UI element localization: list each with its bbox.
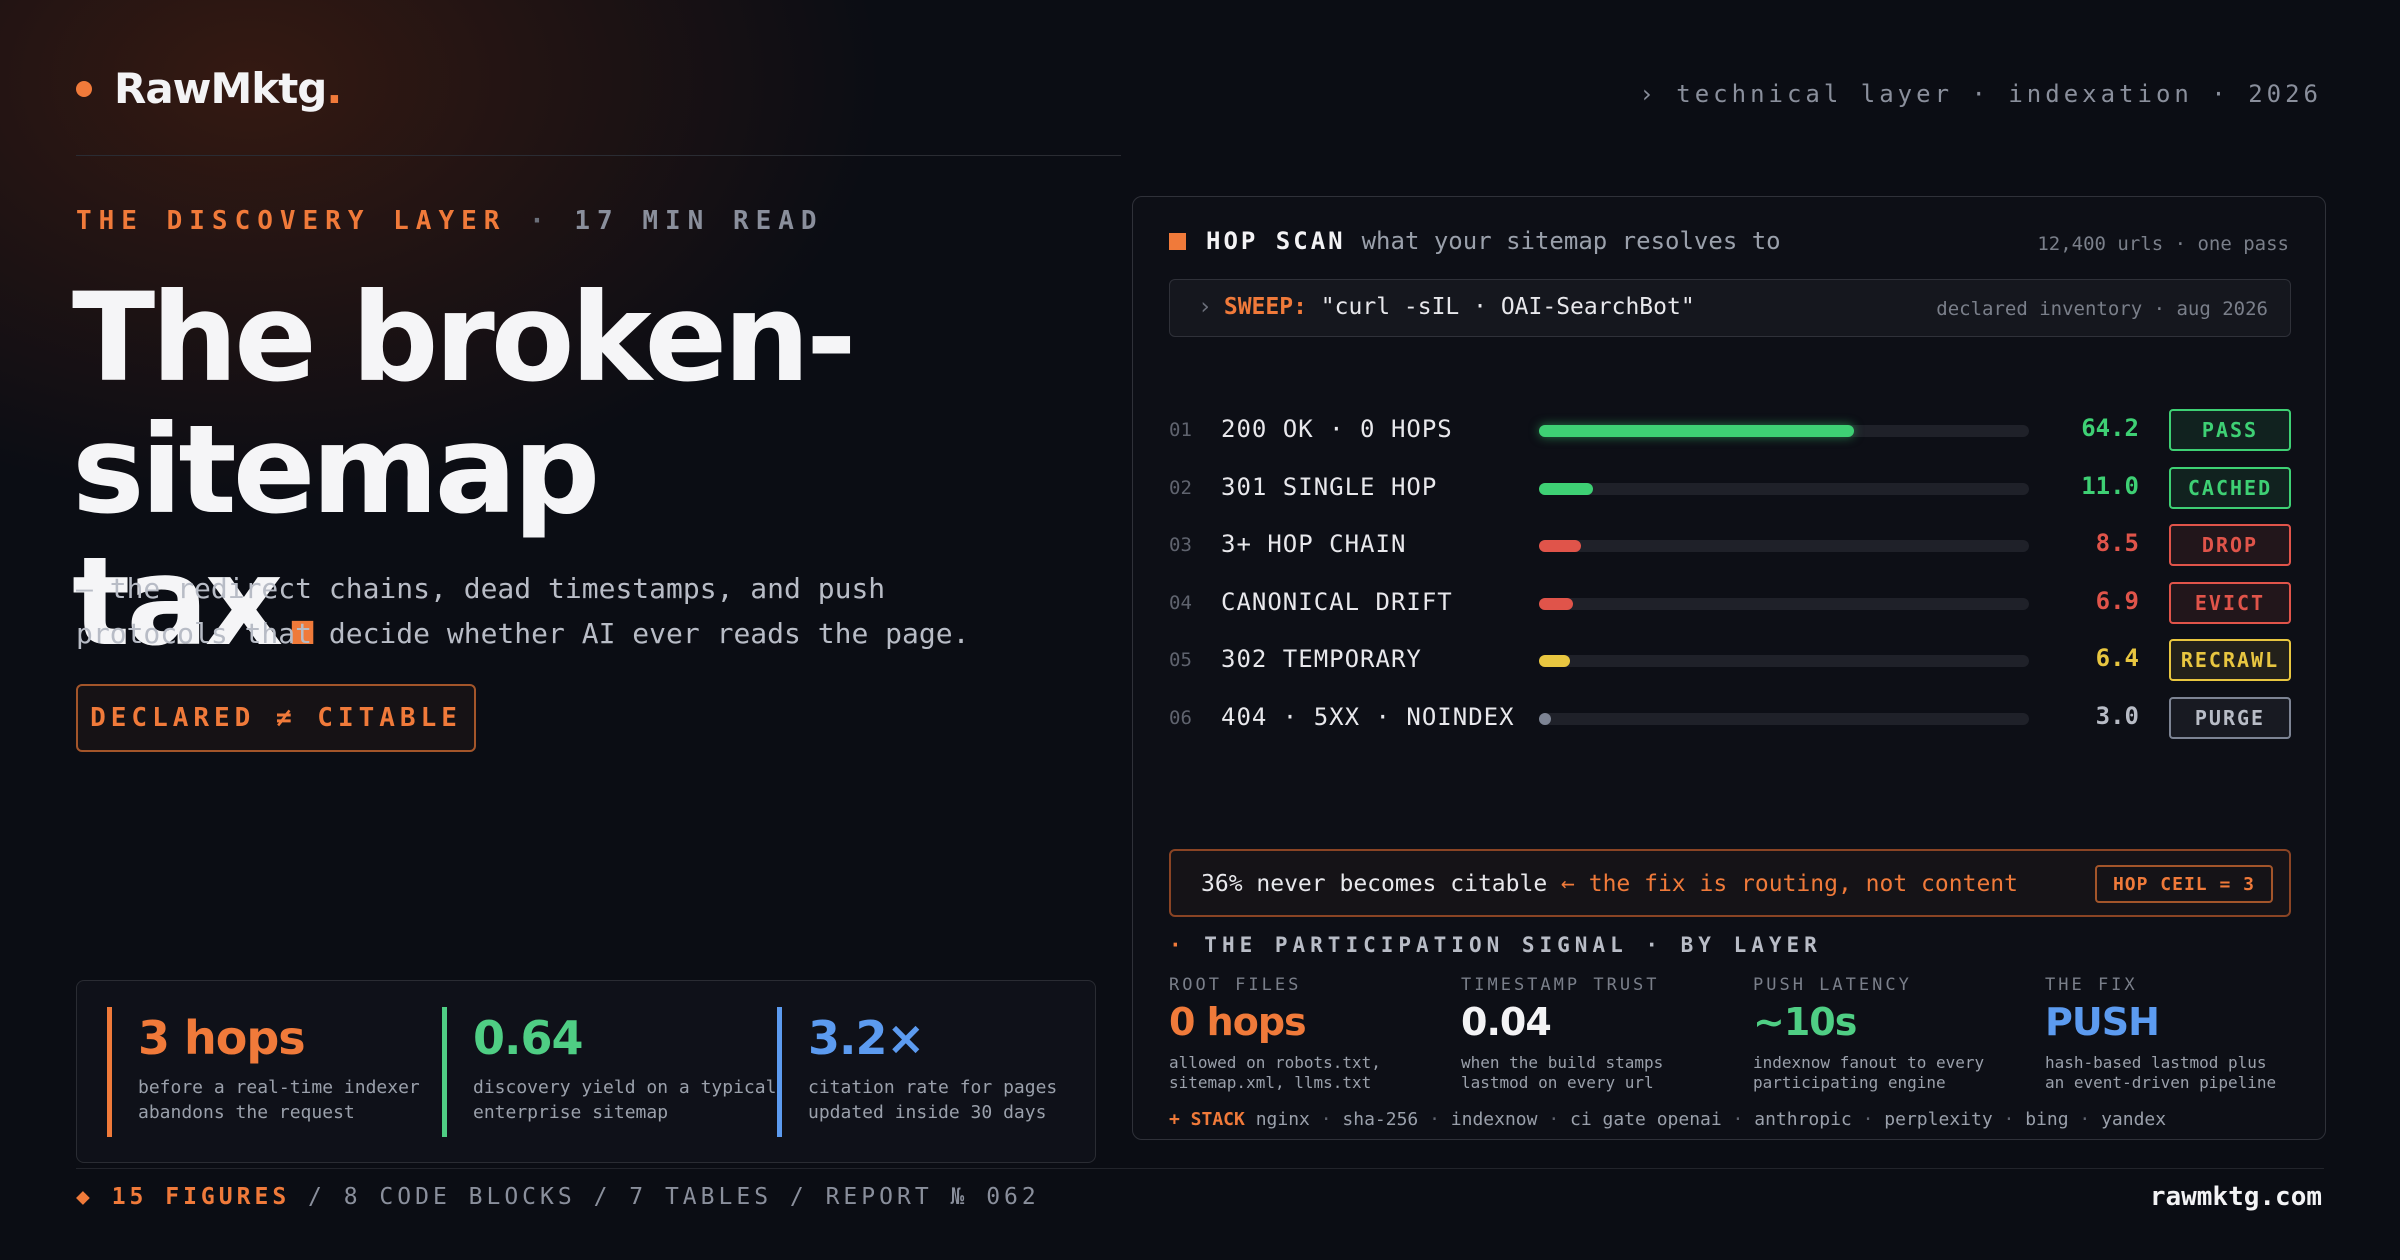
hop-ceiling-badge: HOP CEIL = 3	[2094, 865, 2273, 903]
progress-track	[1539, 598, 2029, 610]
row-label: 302 TEMPORARY	[1221, 645, 1422, 673]
signal-root-files: ROOT FILES 0 hops allowed on robots.txt,…	[1169, 975, 1449, 1093]
row-number: 03	[1169, 534, 1192, 556]
row-label: CANONICAL DRIFT	[1221, 588, 1453, 616]
stat-description: before a real-time indexer abandons the r…	[138, 1077, 420, 1123]
chevron-right-icon: ›	[1198, 294, 1212, 320]
row-value: 6.4	[2095, 644, 2139, 672]
hop-row: 03 3+ HOP CHAIN 8.5 DROP	[1169, 524, 2291, 568]
row-number: 04	[1169, 592, 1192, 614]
signal-value: 0 hops	[1169, 1000, 1307, 1044]
signal-the-fix: THE FIX PUSH hash-based lastmod plus an e…	[2045, 975, 2325, 1093]
row-value: 8.5	[2095, 529, 2139, 557]
status-badge: CACHED	[2169, 467, 2291, 509]
signal-value: 0.04	[1461, 1000, 1552, 1044]
signal-push-latency: PUSH LATENCY ~10s indexnow fanout to eve…	[1753, 975, 2033, 1093]
header-divider	[76, 155, 1121, 156]
sweep-command: › SWEEP: "curl -sIL · OAI-SearchBot" decl…	[1169, 279, 2291, 337]
top-tagline: › technical layer · indexation · 2026	[1639, 80, 2322, 108]
row-value: 11.0	[2081, 472, 2139, 500]
progress-track	[1539, 425, 2029, 437]
stat-value: 0.64	[473, 1011, 584, 1065]
stat-description: discovery yield on a typical enterprise s…	[473, 1077, 777, 1123]
site-link[interactable]: rawmktg.com	[2150, 1182, 2322, 1212]
hop-row: 01 200 OK · 0 HOPS 64.2 PASS	[1169, 409, 2291, 453]
declared-citable-pill: DECLARED ≠ CITABLE	[76, 684, 476, 752]
stack-item: yandex	[2101, 1109, 2167, 1130]
row-number: 01	[1169, 419, 1192, 441]
footer-divider	[76, 1168, 2324, 1169]
progress-fill	[1539, 483, 1593, 495]
row-value: 6.9	[2095, 587, 2139, 615]
signal-value: ~10s	[1753, 1000, 1857, 1044]
progress-track	[1539, 483, 2029, 495]
row-number: 05	[1169, 649, 1192, 671]
eyebrow: THE DISCOVERY LAYER · 17 MIN READ	[76, 206, 824, 236]
stack-item: sha-256	[1342, 1109, 1419, 1130]
stack-item: nginx	[1255, 1109, 1310, 1130]
lede: — the redirect chains, dead timestamps, …	[76, 572, 970, 650]
signal-timestamp-trust: TIMESTAMP TRUST 0.04 when the build stam…	[1461, 975, 1741, 1093]
stat-value: 3.2×	[808, 1011, 925, 1065]
panel-title: HOP SCAN what your sitemap resolves to	[1169, 227, 1781, 255]
progress-track	[1539, 655, 2029, 667]
progress-fill	[1539, 655, 1570, 667]
status-badge: EVICT	[2169, 582, 2291, 624]
panel-meta: 12,400 urls · one pass	[2037, 233, 2289, 255]
stack-item: perplexity	[1884, 1109, 1993, 1130]
hop-row: 05 302 TEMPORARY 6.4 RECRAWL	[1169, 639, 2291, 683]
progress-fill	[1539, 598, 1573, 610]
status-badge: PASS	[2169, 409, 2291, 451]
stat-value: 3 hops	[138, 1011, 306, 1065]
brand-dot-icon	[76, 80, 92, 97]
sweep-note: declared inventory · aug 2026	[1936, 298, 2268, 320]
hop-row: 02 301 SINGLE HOP 11.0 CACHED	[1169, 467, 2291, 511]
alert-text: 36% never becomes citable ← the fix is r…	[1201, 871, 2018, 897]
square-icon	[1169, 232, 1186, 250]
row-label: 404 · 5XX · NOINDEX	[1221, 703, 1515, 731]
stat-citation-rate: 3.2× citation rate for pages updated insi…	[777, 1007, 1057, 1137]
row-label: 200 OK · 0 HOPS	[1221, 415, 1453, 443]
hop-scan-panel: HOP SCAN what your sitemap resolves to 1…	[1132, 196, 2326, 1140]
progress-fill	[1539, 713, 1551, 725]
stack-item: bing	[2025, 1109, 2069, 1130]
stat-yield: 0.64 discovery yield on a typical enterpr…	[442, 1007, 776, 1137]
alert-banner: 36% never becomes citable ← the fix is r…	[1169, 849, 2291, 917]
stack-item: ci gate openai	[1570, 1109, 1722, 1130]
progress-fill	[1539, 540, 1581, 552]
progress-track	[1539, 713, 2029, 725]
progress-fill	[1539, 425, 1854, 437]
status-badge: RECRAWL	[2169, 639, 2291, 681]
stat-hops: 3 hops before a real-time indexer abandon…	[107, 1007, 420, 1137]
row-value: 3.0	[2095, 702, 2139, 730]
brand-name: RawMktg.	[114, 64, 342, 113]
hop-row: 04 CANONICAL DRIFT 6.9 EVICT	[1169, 582, 2291, 626]
progress-track	[1539, 540, 2029, 552]
row-number: 02	[1169, 477, 1192, 499]
status-badge: PURGE	[2169, 697, 2291, 739]
signal-title: · THE PARTICIPATION SIGNAL · BY LAYER	[1169, 933, 1822, 957]
row-value: 64.2	[2081, 414, 2139, 442]
row-number: 06	[1169, 707, 1192, 729]
hop-row: 06 404 · 5XX · NOINDEX 3.0 PURGE	[1169, 697, 2291, 741]
brand-logo[interactable]: RawMktg.	[76, 64, 342, 113]
stat-description: citation rate for pages updated inside 30…	[808, 1077, 1058, 1123]
row-label: 3+ HOP CHAIN	[1221, 530, 1407, 558]
tech-stack: + STACK nginx · sha-256 · indexnow · ci …	[1169, 1109, 2167, 1130]
stack-item: indexnow	[1450, 1109, 1538, 1130]
stack-item: anthropic	[1754, 1109, 1852, 1130]
footer-summary: ◆ 15 FIGURES / 8 CODE BLOCKS / 7 TABLES …	[76, 1184, 1040, 1210]
signal-value: PUSH	[2045, 1000, 2160, 1044]
stats-card: 3 hops before a real-time indexer abandon…	[76, 980, 1096, 1163]
row-label: 301 SINGLE HOP	[1221, 473, 1438, 501]
status-badge: DROP	[2169, 524, 2291, 566]
